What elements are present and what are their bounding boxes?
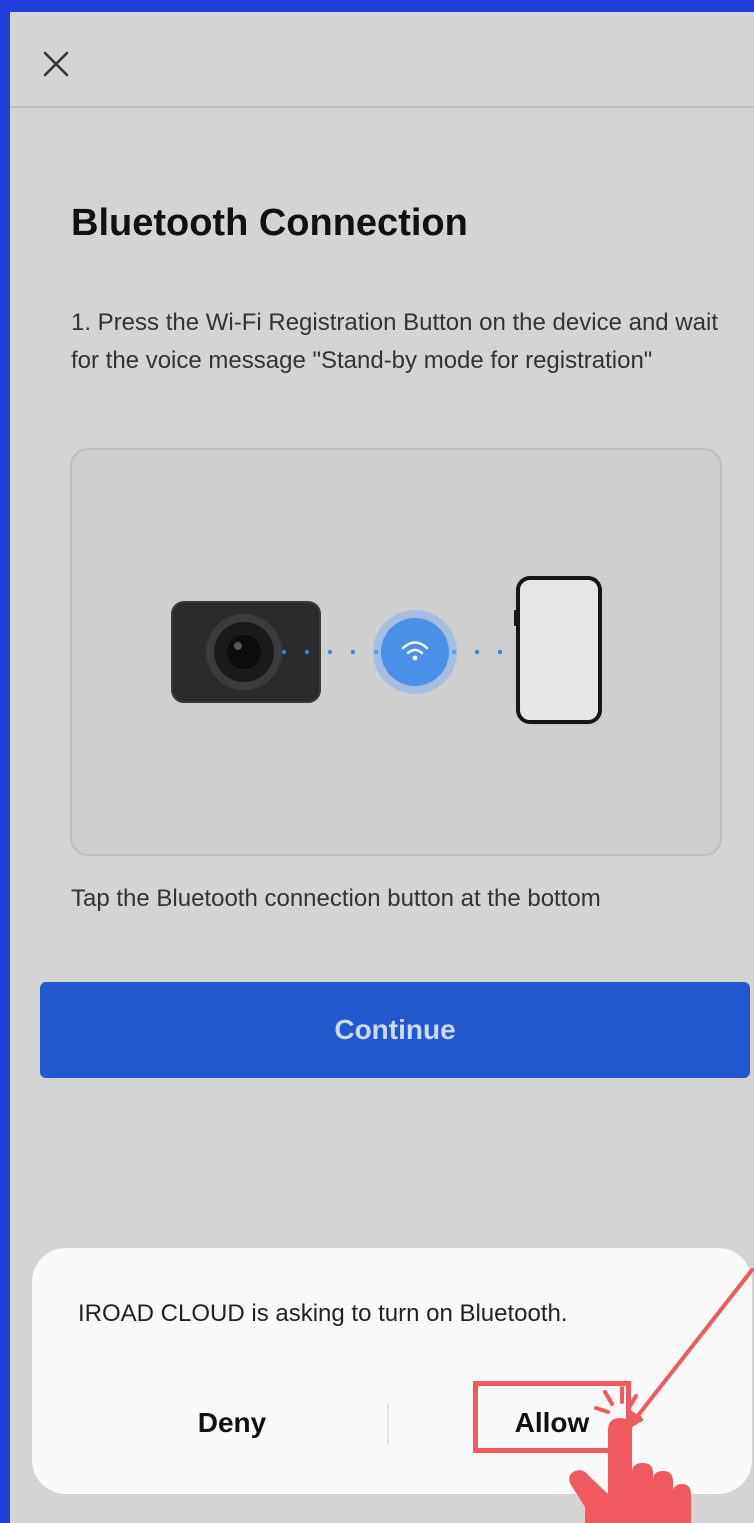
continue-button[interactable]: Continue — [40, 982, 750, 1078]
dashcam-icon — [171, 601, 321, 703]
close-icon — [43, 51, 69, 77]
wifi-icon — [373, 610, 457, 694]
smartphone-icon — [514, 576, 602, 726]
hint-text: Tap the Bluetooth connection button at t… — [71, 885, 601, 912]
connection-illustration — [70, 448, 722, 856]
close-button[interactable] — [32, 40, 80, 88]
page-title: Bluetooth Connection — [71, 202, 468, 244]
deny-button[interactable]: Deny — [112, 1388, 352, 1458]
top-bar — [10, 12, 754, 108]
bluetooth-permission-dialog: IROAD CLOUD is asking to turn on Bluetoo… — [32, 1248, 752, 1494]
allow-highlight-box — [473, 1381, 631, 1453]
dialog-divider — [387, 1404, 389, 1444]
frame-edge-bottom — [0, 1378, 10, 1523]
frame-edge-top — [0, 0, 10, 56]
dialog-message: IROAD CLOUD is asking to turn on Bluetoo… — [78, 1300, 568, 1327]
instruction-text: 1. Press the Wi-Fi Registration Button o… — [71, 309, 718, 374]
app-screen: Bluetooth Connection 1. Press the Wi-Fi … — [10, 12, 754, 1523]
